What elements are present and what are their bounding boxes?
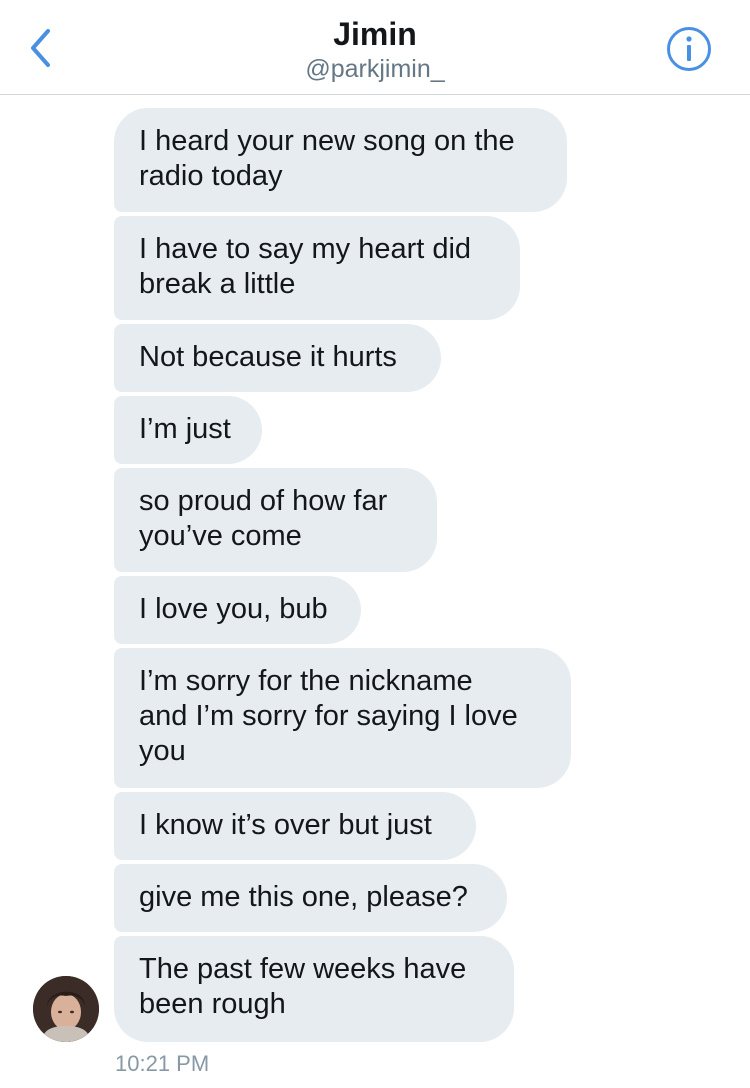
message-line: break a little [139,268,296,300]
message-bubble[interactable]: so proud of how far you’ve come [114,468,437,572]
message-bubble[interactable]: Not because it hurts [114,324,441,392]
message-bubble[interactable]: I have to say my heart did break a littl… [114,216,520,320]
message-line: been rough [139,988,286,1020]
message-line: I’m sorry for the nickname [139,665,473,697]
message-line: I love you, bub [139,593,328,625]
message-line: I’m just [139,413,231,445]
message-line: I know it’s over but just [139,809,432,841]
message-line: I have to say my heart did [139,233,472,265]
avatar[interactable] [33,976,99,1042]
message-line: give me this one, please? [139,881,468,913]
message-bubble[interactable]: I’m just [114,396,262,464]
message-bubble[interactable]: I heard your new song on the radio today [114,108,567,212]
message-bubble[interactable]: give me this one, please? [114,864,507,932]
message-line: you’ve come [139,520,302,552]
message-line: so proud of how far [139,485,388,517]
message-bubble[interactable]: The past few weeks have been rough [114,936,514,1042]
message-line: I heard your new song on the [139,125,515,157]
message-line: Not because it hurts [139,341,397,373]
message-bubble[interactable]: I’m sorry for the nickname and I’m sorry… [114,648,571,788]
message-thread[interactable]: I heard your new song on the radio today… [0,0,750,1088]
message-line: radio today [139,160,283,192]
avatar-photo [33,976,99,1042]
message-line: and I’m sorry for saying I love [139,700,518,732]
message-timestamp: 10:21 PM [115,1051,210,1076]
message-line: you [139,735,186,767]
message-bubble[interactable]: I know it’s over but just [114,792,476,860]
message-bubble[interactable]: I love you, bub [114,576,361,644]
message-line: The past few weeks have [139,953,467,985]
